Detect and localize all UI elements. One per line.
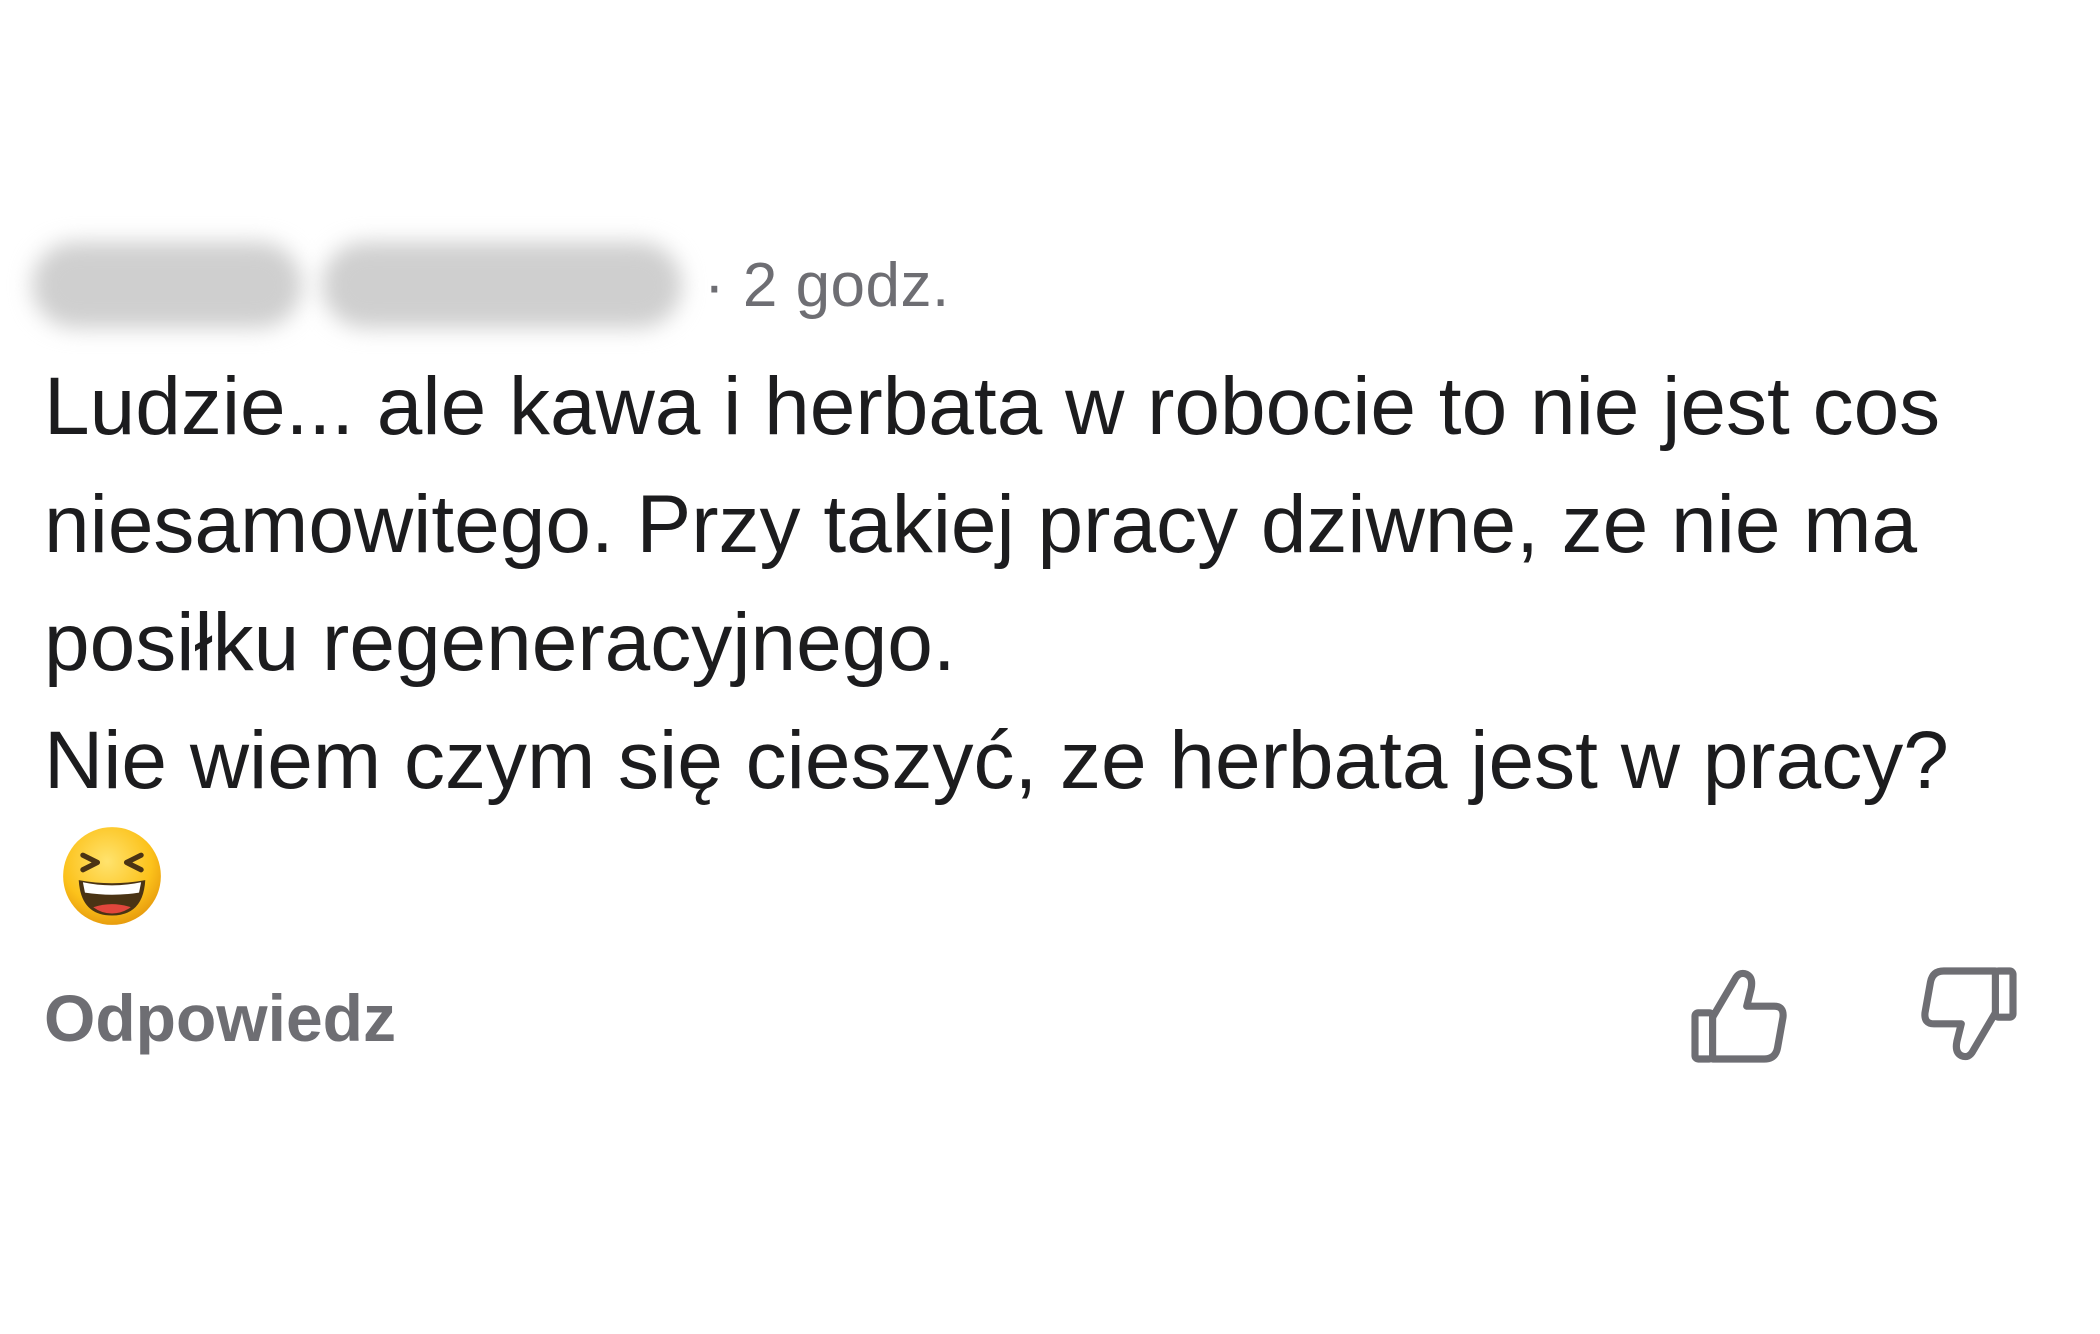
comment-actions: Odpowiedz — [44, 960, 2024, 1080]
like-button[interactable] — [1684, 960, 1794, 1070]
comment-paragraph-1: Ludzie... ale kawa i herbata w robocie t… — [44, 361, 1941, 688]
comment-header: · 2 godz. — [32, 240, 950, 330]
comment: · 2 godz. Ludzie... ale kawa i herbata w… — [0, 0, 2100, 1334]
grinning-squinting-face-icon — [60, 824, 164, 928]
thumbs-up-icon — [1684, 969, 1794, 1074]
comment-paragraph-2: Nie wiem czym się cieszyć, ze herbata je… — [44, 702, 2024, 938]
comment-timestamp: · 2 godz. — [704, 250, 950, 320]
dislike-button[interactable] — [1914, 960, 2024, 1070]
author-last-name-redaction — [322, 242, 682, 328]
author-name-blurred — [32, 242, 682, 328]
author-first-name-redaction — [32, 242, 302, 328]
reply-button[interactable]: Odpowiedz — [44, 980, 396, 1056]
thumbs-down-icon — [1914, 967, 2024, 1074]
comment-body: Ludzie... ale kawa i herbata w robocie t… — [44, 348, 2024, 938]
comment-paragraph-2-text: Nie wiem czym się cieszyć, ze herbata je… — [44, 715, 1949, 806]
